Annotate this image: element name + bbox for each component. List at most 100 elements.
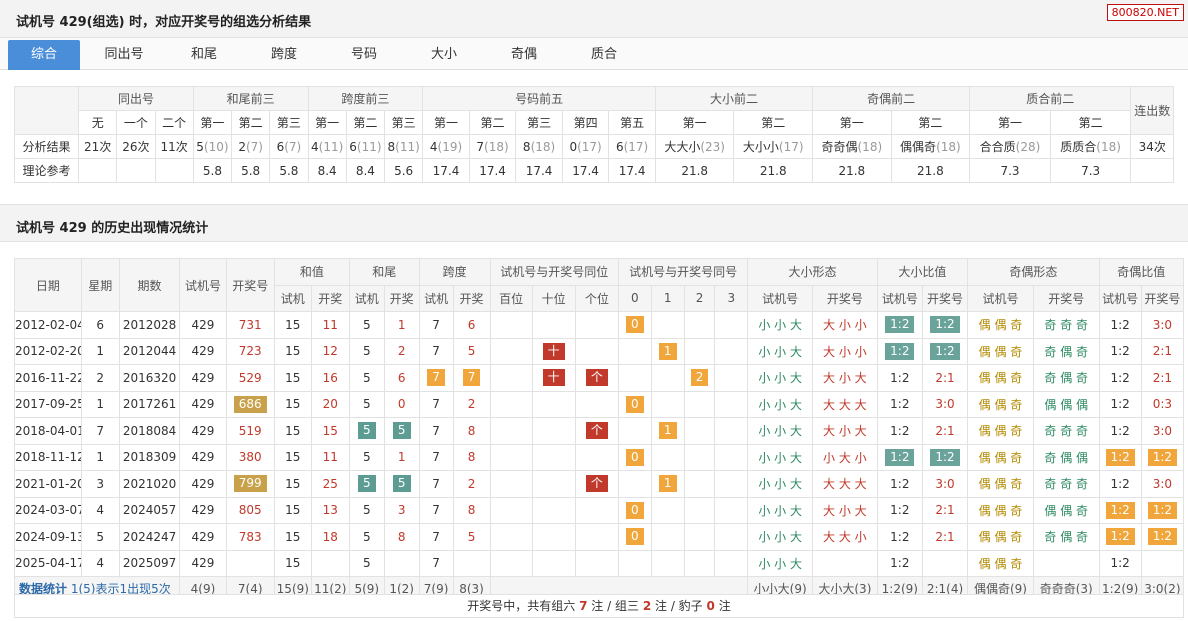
result-cell: 4(19) [422,134,470,159]
sum-draw-cell: 20 [310,390,350,418]
result-count: (23) [700,140,725,154]
parity-ratio-test: 1:2 [1098,523,1142,551]
parity-ratio-test: 1:2 [1098,337,1142,365]
same-0-cell [617,364,652,392]
history-header: 开奖号 [225,258,275,312]
sum-test-cell: 15 [273,417,312,445]
size-ratio-test: 1:2 [876,311,923,339]
size-ratio-draw: 3:0 [921,470,969,498]
parity-ratio-test: 1:2 [1098,470,1142,498]
result-cell: 26次 [116,134,156,159]
pos-tens-cell [531,417,576,445]
same-3-cell [714,417,749,445]
parity-ratio-draw: 3:0 [1140,470,1185,498]
pos-hundreds-cell [489,417,533,445]
test-number-cell: 429 [179,443,227,471]
pos-units-cell-badge: 个 [585,369,608,387]
draw-number-cell: 686 [225,390,275,418]
history-subheader: 试机号 [747,284,814,312]
pos-tens-cell [531,443,576,471]
same-2-cell-badge: 2 [690,369,709,387]
parity-ratio-test: 1:2 [1098,417,1142,445]
weekday-cell: 3 [80,470,120,498]
pos-units-cell [574,337,619,365]
size-ratio-draw-badge: 1:2 [930,448,960,466]
result-value: 质质合 [1060,140,1097,154]
size-pattern-draw [812,549,878,577]
theory-cell: 21.8 [812,158,892,183]
history-header: 日期 [14,258,82,312]
theory-cell: 21.8 [654,158,735,183]
tab-1[interactable]: 同出号 [88,40,160,70]
parity-ratio-draw: 1:2 [1140,523,1185,551]
pos-tens-cell: 十 [531,337,576,365]
tail-draw-cell: 1 [383,311,420,339]
history-header: 期数 [118,258,181,312]
same-1-cell [650,390,685,418]
tab-0[interactable]: 综合 [8,40,80,70]
same-2-cell [683,496,716,524]
issue-cell: 2012028 [118,311,181,339]
row-label: 理论参考 [13,158,80,183]
parity-pattern-test: 偶 偶 奇 [967,311,1034,339]
parity-ratio-test: 1:2 [1098,364,1142,392]
tab-5[interactable]: 大小 [408,40,480,70]
size-ratio-draw-badge: 1:2 [930,342,960,360]
pos-units-cell: 个 [574,470,619,498]
history-subheader: 试机号 [967,284,1034,312]
sum-draw-cell: 16 [310,364,350,392]
size-pattern-test: 小 小 大 [747,523,814,551]
site-logo[interactable]: 800820.NET [1106,4,1184,21]
pos-hundreds-cell [489,496,533,524]
same-0-cell-badge: 0 [626,501,644,519]
parity-pattern-draw: 偶 偶 偶 [1032,390,1100,418]
sum-draw-cell: 13 [310,496,350,524]
tab-bar: 综合 同出号 和尾 跨度 号码 大小 奇偶 质合 [0,38,1188,70]
footer-text: 开奖号中，共有组六 [467,599,576,613]
pos-hundreds-cell [489,523,533,551]
result-cell: 4(11) [307,134,347,159]
history-header: 试机号与开奖号同位 [489,258,619,286]
tab-6[interactable]: 奇偶 [488,40,560,70]
date-cell: 2025-04-17 [14,549,82,577]
parity-pattern-test: 偶 偶 奇 [967,496,1034,524]
history-header: 试机号与开奖号同号 [617,258,749,286]
issue-cell: 2018309 [118,443,181,471]
tail-test-cell: 5 [348,364,385,392]
history-header: 大小比值 [876,258,969,286]
test-number-cell: 429 [179,364,227,392]
size-pattern-draw: 大 大 大 [812,470,878,498]
span-test-cell-badge: 7 [427,369,445,387]
same-1-cell [650,364,685,392]
tail-draw-cell: 5 [383,470,420,498]
tail-draw-cell-badge: 5 [392,475,411,493]
same-3-cell [714,390,749,418]
size-pattern-draw: 大 小 大 [812,417,878,445]
tab-7[interactable]: 质合 [568,40,640,70]
parity-ratio-draw: 1:2 [1140,443,1185,471]
sub-header: 第三 [384,110,424,135]
same-1-cell [650,549,685,577]
tail-test-cell: 5 [348,549,385,577]
result-value: 4 [429,139,438,154]
sum-draw-cell [310,549,350,577]
tab-4[interactable]: 号码 [328,40,400,70]
same-3-cell [714,443,749,471]
weekday-cell: 2 [80,364,120,392]
group6-count: 7 [579,599,588,613]
size-ratio-draw: 1:2 [921,443,969,471]
result-cell: 6(11) [345,134,386,159]
theory-cell: 21.8 [890,158,971,183]
result-value: 7 [476,139,485,154]
parity-pattern-test: 偶 偶 奇 [967,390,1034,418]
same-2-cell [683,311,716,339]
result-value: 4 [311,139,319,154]
weekday-cell: 5 [80,523,120,551]
sum-test-cell: 15 [273,549,312,577]
tab-3[interactable]: 跨度 [248,40,320,70]
size-pattern-draw: 大 小 小 [812,337,878,365]
draw-number-cell: 380 [225,443,275,471]
result-count: (18) [1096,140,1121,154]
tab-2[interactable]: 和尾 [168,40,240,70]
sum-draw-cell: 25 [310,470,350,498]
